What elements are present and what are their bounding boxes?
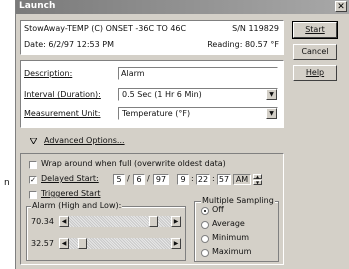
alarm-high-value: 70.34 <box>31 217 54 226</box>
alarm-low-slider[interactable]: ◀ ▶ <box>59 238 181 250</box>
launch-settings-panel: Description: Alarm Interval (Duration): … <box>20 60 284 128</box>
close-icon[interactable]: ✕ <box>335 1 347 12</box>
sampling-average-label: Average <box>212 219 245 228</box>
wrap-around-checkbox[interactable] <box>29 161 37 169</box>
serial-number: S/N 119829 <box>232 24 279 33</box>
triangle-down-icon <box>30 138 37 144</box>
triggered-start-checkbox[interactable] <box>29 191 37 199</box>
cancel-button[interactable]: Cancel <box>293 44 337 60</box>
sampling-minimum-label: Minimum <box>212 233 250 242</box>
window-title: Launch <box>19 1 56 11</box>
sampling-off-radio[interactable] <box>201 207 209 215</box>
logger-info-panel: StowAway-TEMP (C) ONSET -36C TO 46C S/N … <box>20 20 284 55</box>
device-info: StowAway-TEMP (C) ONSET -36C TO 46C <box>24 24 187 33</box>
alarm-group-label: Alarm (High and Low): <box>31 201 123 210</box>
delayed-start-checkbox[interactable]: ✓ <box>29 176 37 184</box>
delay-hour-field[interactable]: 9 <box>177 174 189 185</box>
spin-down-icon[interactable]: ▼ <box>253 180 262 185</box>
background-fragment-text: n <box>4 178 10 188</box>
alarm-high-track[interactable] <box>69 216 171 227</box>
triggered-start-label: Triggered Start <box>41 189 101 198</box>
title-bar[interactable]: Launch ✕ <box>16 0 349 14</box>
time-separator: : <box>212 174 215 183</box>
start-button[interactable]: Start <box>292 21 338 39</box>
delay-minute-field[interactable]: 22 <box>196 174 210 185</box>
interval-label: Interval (Duration): <box>24 90 101 99</box>
date-separator: / <box>127 174 130 183</box>
cancel-label: Cancel <box>301 47 329 56</box>
start-label: Start <box>305 25 325 34</box>
sampling-maximum-label: Maximum <box>212 247 252 256</box>
arrow-left-icon[interactable]: ◀ <box>59 216 69 227</box>
advanced-options-panel: Wrap around when full (overwrite oldest … <box>20 153 284 265</box>
wrap-around-label: Wrap around when full (overwrite oldest … <box>41 159 226 168</box>
arrow-right-icon[interactable]: ▶ <box>171 216 181 227</box>
alarm-group <box>26 206 186 261</box>
launch-dialog: Launch ✕ StowAway-TEMP (C) ONSET -36C TO… <box>15 0 349 269</box>
delay-month-field[interactable]: 5 <box>113 174 125 185</box>
delay-second-field[interactable]: 57 <box>217 174 231 185</box>
interval-value: 0.5 Sec (1 Hr 6 Min) <box>122 90 202 99</box>
delayed-start-label: Delayed Start: <box>41 174 99 183</box>
help-button[interactable]: Help <box>293 65 337 81</box>
current-reading: Reading: 80.57 °F <box>207 40 279 49</box>
advanced-options-label: Advanced Options... <box>44 136 125 145</box>
multiple-sampling-label: Multiple Sampling <box>201 196 275 205</box>
spin-up-icon[interactable]: ▲ <box>253 174 262 179</box>
alarm-low-thumb[interactable] <box>78 238 87 249</box>
delay-ampm-field[interactable]: AM <box>233 174 251 185</box>
sampling-maximum-radio[interactable] <box>201 249 209 257</box>
measurement-label: Measurement Unit: <box>24 109 101 118</box>
advanced-options-toggle[interactable]: Advanced Options... <box>30 136 170 148</box>
sampling-off-label: Off <box>212 205 224 214</box>
time-separator: : <box>191 174 194 183</box>
chevron-down-icon[interactable]: ▼ <box>266 89 277 100</box>
sampling-minimum-radio[interactable] <box>201 235 209 243</box>
alarm-low-track[interactable] <box>69 238 171 249</box>
alarm-low-value: 32.57 <box>31 239 54 248</box>
measurement-value: Temperature (°F) <box>122 109 191 118</box>
chevron-down-icon[interactable]: ▼ <box>266 108 277 119</box>
alarm-high-thumb[interactable] <box>149 216 158 227</box>
sampling-average-radio[interactable] <box>201 221 209 229</box>
interval-select[interactable]: 0.5 Sec (1 Hr 6 Min) ▼ <box>118 88 278 101</box>
time-spinner[interactable]: ▲ ▼ <box>253 174 262 185</box>
help-label: Help <box>305 68 325 77</box>
alarm-high-slider[interactable]: ◀ ▶ <box>59 216 181 228</box>
description-input[interactable]: Alarm <box>118 67 278 80</box>
measurement-unit-select[interactable]: Temperature (°F) ▼ <box>118 107 278 120</box>
arrow-left-icon[interactable]: ◀ <box>59 238 69 249</box>
current-date: Date: 6/2/97 12:53 PM <box>24 40 114 49</box>
date-separator: / <box>147 174 150 183</box>
arrow-right-icon[interactable]: ▶ <box>171 238 181 249</box>
delay-day-field[interactable]: 6 <box>133 174 145 185</box>
description-label: Description: <box>24 69 73 78</box>
delay-year-field[interactable]: 97 <box>153 174 169 185</box>
